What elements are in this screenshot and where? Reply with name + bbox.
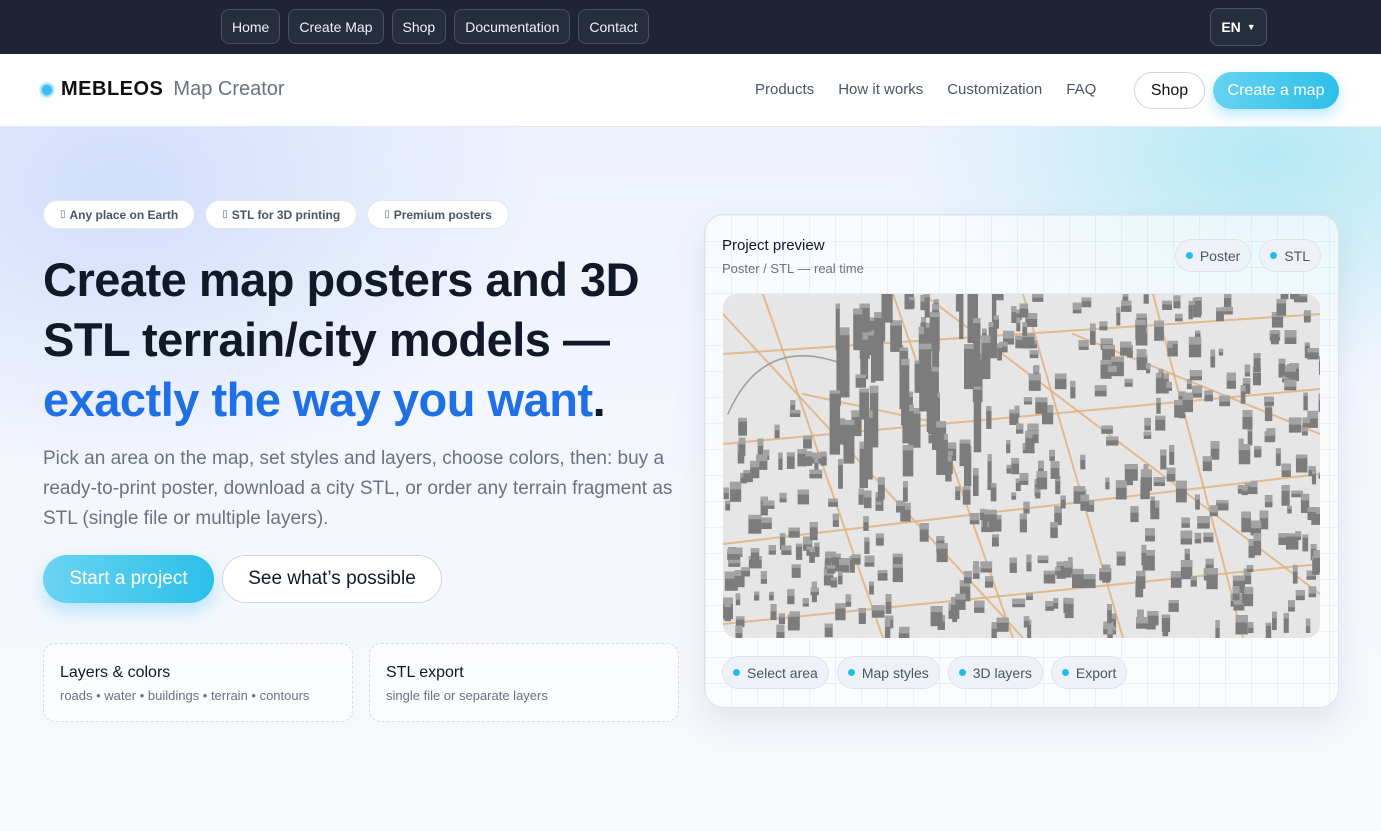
see-possible-button[interactable]: See what’s possible [222,555,442,603]
feature-card-stl: STL export single file or separate layer… [369,643,679,722]
start-project-button[interactable]: Start a project [43,555,214,603]
step-export[interactable]: Export [1050,656,1128,689]
headline-line-1: Create map posters and 3D [43,253,640,306]
shop-button[interactable]: Shop [1134,72,1205,109]
top-nav-documentation[interactable]: Documentation [454,9,571,44]
tag-poster[interactable]: Poster [1174,239,1252,272]
dot-icon [958,669,966,676]
dot-icon [1185,252,1193,259]
chevron-down-icon: ▼ [1246,22,1256,32]
top-bar: Home Create Map Shop Documentation Conta… [0,0,1381,54]
top-nav-create-map[interactable]: Create Map [288,9,384,44]
create-map-button[interactable]: Create a map [1213,72,1339,109]
pill-posters: ▯ Premium posters [367,200,509,229]
pill-any-place: ▯ Any place on Earth [43,200,196,229]
step-3d-layers[interactable]: 3D layers [947,656,1043,689]
pill-label: Any place on Earth [69,207,179,222]
card-subtitle: roads • water • buildings • terrain • co… [60,688,310,703]
feature-card-layers: Layers & colors roads • water • building… [43,643,353,722]
preview-tags: Poster STL [1174,239,1321,272]
city-3d-map-image [723,294,1320,638]
pill-label: Premium posters [393,207,492,222]
hero-lead: Pick an area on the map, set styles and … [43,448,673,529]
preview-subtitle: Poster / STL — real time [722,261,864,276]
feature-pills: ▯ Any place on Earth ▯ STL for 3D printi… [43,200,509,229]
tag-label: Poster [1199,247,1241,264]
pill-label: STL for 3D printing [231,207,341,222]
headline-highlight: exactly the way you want [43,373,593,426]
dot-icon [1061,669,1069,676]
globe-icon: ▯ [60,209,66,220]
project-preview-panel: Project preview Poster / STL — real time… [704,214,1339,708]
step-label: Map styles [861,664,929,681]
preview-title: Project preview [722,237,825,254]
step-label: 3D layers [972,664,1032,681]
nav-products[interactable]: Products [755,81,814,98]
headline-line-2: STL terrain/city models — [43,313,610,366]
nav-how-it-works[interactable]: How it works [838,81,923,98]
brand-name: MEBLEOS [61,78,164,100]
card-subtitle: single file or separate layers [386,688,548,703]
top-nav-contact[interactable]: Contact [578,9,649,44]
logo-dot-icon [39,81,55,98]
city-map-illustration [723,294,1320,638]
top-nav-home[interactable]: Home [221,9,281,44]
dot-icon [733,669,740,676]
card-title: Layers & colors [60,664,171,681]
tag-stl[interactable]: STL [1259,239,1321,272]
pill-stl: ▯ STL for 3D printing [205,200,358,229]
cube-icon: ▯ [222,209,228,220]
top-nav-shop[interactable]: Shop [391,9,447,44]
site-header: MEBLEOS Map Creator Products How it work… [0,54,1381,127]
brand-logo[interactable]: MEBLEOS Map Creator [39,78,285,101]
step-label: Export [1075,664,1117,681]
top-nav: Home Create Map Shop Documentation Conta… [221,9,649,44]
hero-headline: Create map posters and 3D STL terrain/ci… [43,250,683,430]
step-map-styles[interactable]: Map styles [836,656,940,689]
main-nav: Products How it works Customization FAQ [755,81,1096,98]
frame-icon: ▯ [384,209,390,220]
language-selector[interactable]: EN ▼ [1210,8,1267,46]
preview-steps: Select area Map styles 3D layers Export [722,656,1128,689]
card-title: STL export [386,664,464,681]
dot-icon [1270,252,1278,259]
tag-label: STL [1284,247,1310,264]
brand-subtitle: Map Creator [173,78,285,100]
step-select-area[interactable]: Select area [722,656,829,689]
nav-customization[interactable]: Customization [947,81,1042,98]
dot-icon [847,669,855,676]
step-label: Select area [747,664,818,681]
language-label: EN [1221,19,1241,35]
headline-period: . [592,373,606,426]
nav-faq[interactable]: FAQ [1066,81,1096,98]
